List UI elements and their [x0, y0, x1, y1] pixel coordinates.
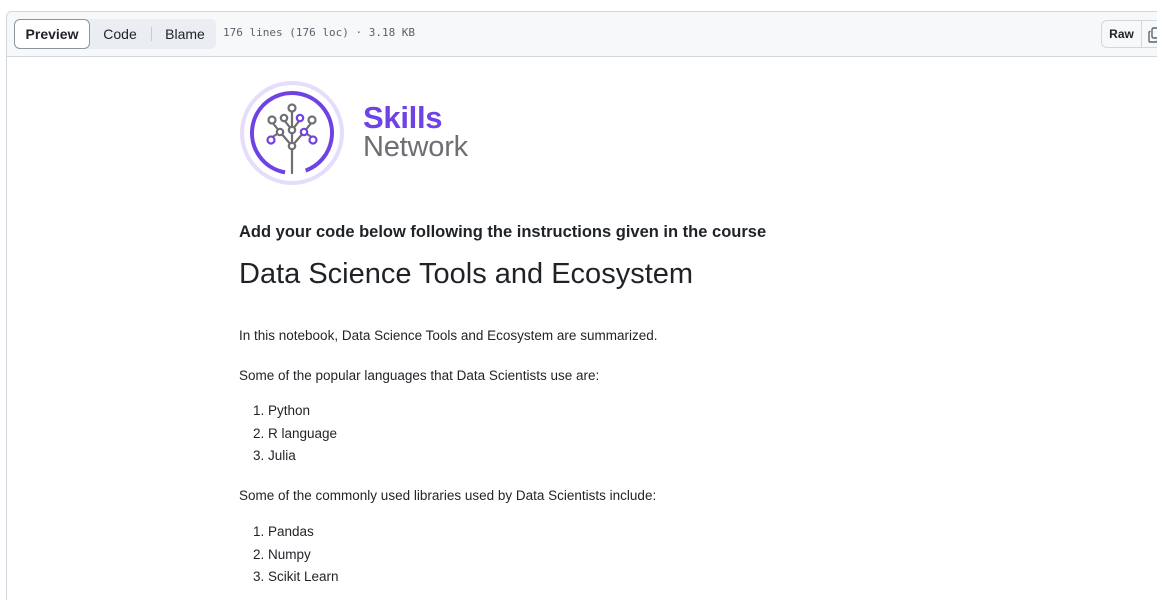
languages-list: 1. Python 2. R language 3. Julia [239, 400, 337, 468]
list-item: 3. Scikit Learn [253, 569, 339, 584]
list-item: 1. Pandas [253, 524, 314, 539]
languages-heading: Some of the popular languages that Data … [239, 368, 600, 383]
copy-icon [1148, 27, 1157, 43]
libraries-heading: Some of the commonly used libraries used… [239, 488, 657, 503]
blame-tab[interactable]: Blame [157, 19, 213, 49]
tab-divider [151, 27, 152, 41]
code-tab[interactable]: Code [94, 19, 146, 49]
skills-network-logo: Skills Network [239, 78, 499, 188]
file-toolbar: Preview Code Blame 176 lines (176 loc) ·… [7, 12, 1157, 57]
intro-text: Add your code below following the instru… [239, 223, 767, 241]
preview-tab[interactable]: Preview [14, 19, 90, 49]
list-item: 2. Numpy [253, 546, 311, 562]
libraries-list: 1. Pandas 2. Numpy 3. Scikit Learn [239, 521, 339, 589]
copy-button[interactable] [1141, 20, 1157, 48]
notebook-preview: Skills Network Add your code below follo… [239, 78, 939, 584]
raw-button[interactable]: Raw [1101, 20, 1141, 48]
page-title: Data Science Tools and Ecosystem [239, 258, 694, 290]
list-item: 1. Python [253, 403, 311, 418]
list-item: 3. Julia [253, 448, 296, 463]
summary-text: In this notebook, Data Science Tools and… [239, 328, 658, 343]
list-item: 2. R language [253, 425, 338, 441]
skills-network-tree-icon [240, 81, 344, 185]
file-info: 176 lines (176 loc) · 3.18 KB [223, 26, 416, 39]
view-mode-segmented-control: Preview Code Blame [14, 19, 216, 49]
logo-word-network: Network [363, 131, 468, 163]
file-viewer: Preview Code Blame 176 lines (176 loc) ·… [6, 11, 1157, 600]
